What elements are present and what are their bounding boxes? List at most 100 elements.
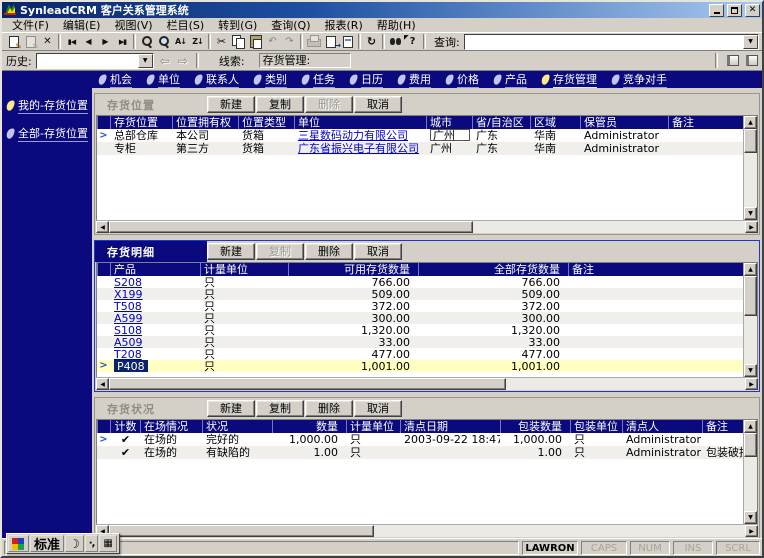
menu-item-5[interactable]: 查询(Q)	[264, 17, 317, 33]
scroll-left-icon[interactable]: ◀	[96, 221, 109, 233]
column-header-包装单位[interactable]: 包装单位	[570, 420, 622, 433]
column-header-保管员[interactable]: 保管员	[580, 116, 668, 129]
scroll-right-icon[interactable]: ▶	[745, 525, 758, 537]
scroll-left-icon[interactable]: ◀	[96, 378, 109, 390]
soft-keyboard-icon[interactable]: ▦	[99, 535, 117, 552]
ime-mode-button[interactable]: 标准	[30, 535, 65, 553]
sidebar-item-我的-存货位置[interactable]: 我的-存货位置	[5, 97, 92, 114]
horizontal-scrollbar[interactable]: ◀ ▶	[96, 524, 758, 537]
column-header-单位[interactable]: 单位	[294, 116, 426, 129]
ime-logo-icon[interactable]	[8, 535, 29, 552]
tab-联系人[interactable]: 联系人	[193, 71, 239, 88]
新建-button[interactable]: 新建	[207, 400, 255, 417]
halfwidth-moon-icon[interactable]: ☽	[65, 535, 84, 552]
record-link[interactable]: T208	[114, 348, 142, 360]
column-header-在场情况[interactable]: 在场情况	[140, 420, 202, 433]
tab-产品[interactable]: 产品	[492, 71, 527, 88]
column-header-备注[interactable]: 备注	[668, 116, 743, 129]
nav-first-icon[interactable]	[63, 34, 80, 49]
table-row[interactable]: X199 只 509.00 509.00	[97, 288, 743, 300]
scroll-up-icon[interactable]: ▲	[744, 263, 757, 276]
tab-存货管理[interactable]: 存货管理	[540, 71, 597, 88]
record-link[interactable]: S108	[114, 324, 142, 336]
export-icon[interactable]	[322, 34, 341, 50]
nav-last-icon[interactable]	[114, 34, 131, 49]
column-header-计数[interactable]: 计数	[110, 420, 140, 433]
scroll-up-icon[interactable]: ▲	[744, 420, 757, 433]
column-header-位置拥有权[interactable]: 位置拥有权	[172, 116, 238, 129]
scrollbar-track[interactable]	[744, 316, 757, 364]
column-header-包装数量[interactable]: 包装数量	[500, 420, 570, 433]
table-row[interactable]: T508 只 372.00 372.00	[97, 300, 743, 312]
scrollbar-track[interactable]	[506, 378, 745, 390]
horizontal-scrollbar[interactable]: ◀ ▶	[96, 377, 758, 390]
chevron-down-icon[interactable]: ▼	[137, 53, 153, 68]
tab-机会[interactable]: 机会	[97, 71, 132, 88]
menu-item-4[interactable]: 转到(G)	[211, 17, 264, 33]
table-row[interactable]: A599 只 300.00 300.00	[97, 312, 743, 324]
record-link[interactable]: A599	[114, 312, 143, 324]
column-header-可用存货数量[interactable]: 可用存货数量	[288, 263, 418, 276]
scroll-right-icon[interactable]: ▶	[745, 378, 758, 390]
column-header-区域[interactable]: 区域	[530, 116, 580, 129]
scrollbar-track[interactable]	[374, 525, 745, 537]
find-icon[interactable]	[138, 34, 155, 49]
tab-类别[interactable]: 类别	[252, 71, 287, 88]
table-row[interactable]: S208 只 766.00 766.00	[97, 276, 743, 288]
new-record-icon[interactable]	[5, 34, 22, 51]
scrollbar-track[interactable]	[473, 221, 745, 233]
table-row[interactable]: ✔ 在场的 有缺陷的 1.00 只 1.00 只 Administrator 包装破损	[97, 446, 743, 459]
minimize-button[interactable]	[709, 3, 724, 17]
table-row[interactable]: T208 只 477.00 477.00	[97, 348, 743, 360]
inline-edit-field[interactable]: 广州	[430, 129, 470, 141]
tab-竞争对手[interactable]: 竞争对手	[610, 71, 667, 88]
scrollbar-thumb[interactable]	[109, 378, 507, 390]
menu-item-1[interactable]: 编辑(E)	[56, 17, 108, 33]
复制-button[interactable]: 复制	[256, 96, 304, 113]
table-row[interactable]: S108 只 1,320.00 1,320.00	[97, 324, 743, 336]
取消-button[interactable]: 取消	[354, 243, 402, 260]
menu-item-7[interactable]: 帮助(H)	[370, 17, 423, 33]
scroll-right-icon[interactable]: ▶	[745, 221, 758, 233]
column-header-清点人[interactable]: 清点人	[622, 420, 702, 433]
context-help-icon[interactable]	[404, 34, 421, 49]
record-link[interactable]: 三星数码动力有限公司	[298, 129, 408, 142]
record-link[interactable]: T508	[114, 300, 142, 312]
restore-button[interactable]	[727, 3, 742, 17]
column-header-备注[interactable]: 备注	[568, 263, 743, 276]
selected-cell[interactable]: P408	[114, 360, 148, 372]
vertical-scrollbar[interactable]: ▲ ▼	[743, 263, 757, 377]
sidebar-item-全部-存货位置[interactable]: 全部-存货位置	[5, 125, 92, 142]
sort-ascending-icon[interactable]	[172, 34, 189, 49]
menu-item-3[interactable]: 栏目(S)	[160, 17, 212, 33]
删除-button[interactable]: 删除	[305, 400, 353, 417]
tab-费用[interactable]: 费用	[396, 71, 431, 88]
新建-button[interactable]: 新建	[207, 243, 255, 260]
vertical-scrollbar[interactable]: ▲ ▼	[743, 420, 757, 524]
journal-icon[interactable]	[727, 55, 739, 66]
history-input[interactable]	[37, 54, 138, 68]
新建-button[interactable]: 新建	[207, 96, 255, 113]
scrollbar-thumb[interactable]	[744, 276, 757, 316]
复制-button[interactable]: 复制	[256, 400, 304, 417]
tab-任务[interactable]: 任务	[300, 71, 335, 88]
sort-descending-icon[interactable]	[189, 34, 206, 49]
query-combobox[interactable]: ▼	[463, 33, 759, 50]
scrollbar-track[interactable]	[744, 153, 757, 207]
scrollbar-track[interactable]	[744, 457, 757, 511]
close-button[interactable]: ✕	[745, 3, 760, 17]
column-header-全部存货数量[interactable]: 全部存货数量	[418, 263, 568, 276]
menu-item-0[interactable]: 文件(F)	[5, 17, 56, 33]
table-row[interactable]: > 总部仓库 本公司 货箱 三星数码动力有限公司 广州 广东 华南 Administrator	[97, 129, 743, 142]
binoculars-icon[interactable]	[387, 34, 404, 49]
record-link[interactable]: 广东省振兴电子有限公司	[298, 142, 419, 155]
取消-button[interactable]: 取消	[354, 96, 402, 113]
forward-icon[interactable]: ⇨	[176, 54, 190, 68]
取消-button[interactable]: 取消	[354, 400, 402, 417]
column-header-产品[interactable]: 产品	[110, 263, 200, 276]
column-header-清点日期[interactable]: 清点日期	[400, 420, 500, 433]
table-row[interactable]: > ✔ 在场的 完好的 1,000.00 只 2003-09-22 18:47 1,000.0…	[97, 433, 743, 446]
column-header-存货位置[interactable]: 存货位置	[110, 116, 172, 129]
query-input[interactable]	[465, 35, 743, 49]
horizontal-scrollbar[interactable]: ◀ ▶	[96, 220, 758, 233]
